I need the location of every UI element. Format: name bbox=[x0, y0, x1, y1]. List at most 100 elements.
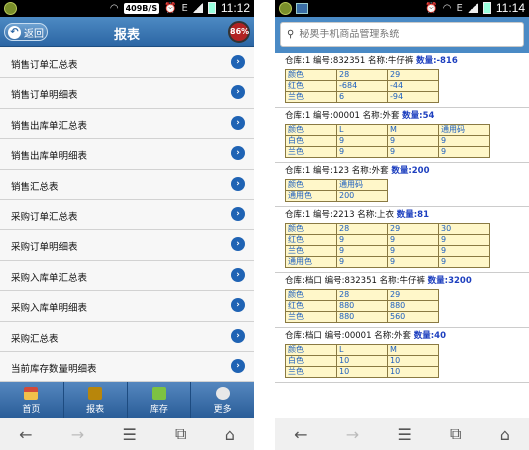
table-cell: 29 bbox=[387, 69, 439, 81]
table-cell: 红色 bbox=[285, 80, 337, 92]
table-cell: 通用色 bbox=[285, 190, 337, 202]
report-menu-item[interactable]: 当前库存数量明细表 › bbox=[0, 351, 254, 383]
percent-badge: 86% bbox=[228, 21, 250, 43]
table-row: 红色 -684 -44 bbox=[285, 80, 439, 92]
page-title: 报表 bbox=[113, 28, 140, 43]
record-code: 编号:00001 bbox=[312, 111, 360, 121]
image-notification-icon bbox=[296, 3, 308, 14]
menu-item-label: 销售出库单汇总表 bbox=[11, 120, 88, 132]
stock-record: 仓库:1 编号:2213 名称:上衣 数量:81 颜色 28 29 30 红色 9 9 9 兰色 9… bbox=[275, 207, 529, 273]
report-menu-item[interactable]: 销售出库单汇总表 › bbox=[0, 108, 254, 140]
nav-tabs-icon[interactable]: ⧉ bbox=[450, 424, 461, 444]
table-cell: 兰色 bbox=[285, 245, 337, 257]
record-quantity: 数量:-816 bbox=[416, 56, 458, 66]
size-color-table: 颜色 L M 白色 10 10 兰色 10 10 bbox=[285, 344, 439, 378]
nav-forward-icon[interactable]: → bbox=[346, 425, 359, 444]
report-menu-item[interactable]: 采购订单明细表 › bbox=[0, 230, 254, 261]
report-menu-item[interactable]: 销售汇总表 › bbox=[0, 169, 254, 200]
table-row: 兰色 9 9 9 bbox=[285, 245, 490, 257]
table-cell: 29 bbox=[387, 289, 439, 301]
search-box[interactable]: ⚲ bbox=[280, 22, 524, 47]
nav-back-icon[interactable]: ← bbox=[294, 425, 307, 444]
table-cell: 颜色 bbox=[285, 124, 337, 136]
nav-home-icon[interactable]: ⌂ bbox=[225, 425, 235, 444]
report-menu-item[interactable]: 采购入库单明细表 › bbox=[0, 291, 254, 322]
nav-menu-icon[interactable]: ☰ bbox=[397, 425, 411, 444]
record-name: 名称:上衣 bbox=[357, 210, 395, 220]
size-color-table: 颜色 通用码 通用色 200 bbox=[285, 179, 388, 202]
bottom-tab-bar: 首页 报表 库存 更多 bbox=[0, 382, 254, 418]
chevron-right-icon: › bbox=[231, 55, 245, 69]
table-row: 兰色 6 -94 bbox=[285, 91, 439, 103]
stock-record-list: 仓库:1 编号:832351 名称:牛仔裤 数量:-816 颜色 28 29 红色 -68… bbox=[275, 53, 529, 418]
table-cell: 9 bbox=[438, 245, 490, 257]
table-row: 通用色 9 9 9 bbox=[285, 256, 490, 268]
tab-home[interactable]: 首页 bbox=[0, 382, 64, 418]
signal-icon bbox=[192, 3, 203, 13]
table-row: 颜色 28 29 bbox=[285, 289, 439, 301]
record-header: 仓库:1 编号:2213 名称:上衣 数量:81 bbox=[285, 209, 529, 221]
chevron-right-icon: › bbox=[231, 358, 245, 373]
table-cell: 880 bbox=[387, 300, 439, 312]
table-cell: 颜色 bbox=[285, 223, 337, 235]
menu-item-label: 销售订单明细表 bbox=[11, 90, 78, 102]
record-header: 仓库:1 编号:832351 名称:牛仔裤 数量:-816 bbox=[285, 55, 529, 67]
table-cell: 28 bbox=[336, 69, 388, 81]
table-row: 颜色 28 29 30 bbox=[285, 223, 490, 235]
chevron-right-icon: › bbox=[231, 85, 245, 100]
nav-back-icon[interactable]: ← bbox=[19, 425, 32, 444]
table-cell: 9 bbox=[336, 234, 388, 246]
signal-icon bbox=[467, 3, 478, 13]
chevron-right-icon: › bbox=[231, 146, 245, 161]
nav-menu-icon[interactable]: ☰ bbox=[122, 425, 136, 444]
report-menu-item[interactable]: 采购入库单汇总表 › bbox=[0, 260, 254, 292]
report-menu-item[interactable]: 采购订单汇总表 › bbox=[0, 199, 254, 231]
table-row: 白色 10 10 bbox=[285, 355, 439, 367]
table-row: 红色 880 880 bbox=[285, 300, 439, 312]
record-header: 仓库:1 编号:00001 名称:外套 数量:54 bbox=[285, 110, 529, 122]
table-cell: 10 bbox=[387, 355, 439, 367]
record-warehouse: 仓库:1 bbox=[285, 56, 311, 66]
nav-forward-icon[interactable]: → bbox=[71, 425, 84, 444]
table-cell: 28 bbox=[336, 223, 388, 235]
network-speed: 409B/S bbox=[123, 2, 160, 14]
size-color-table: 颜色 28 29 30 红色 9 9 9 兰色 9 9 9 通用色 9 9 9 bbox=[285, 223, 490, 268]
table-cell: 28 bbox=[336, 289, 388, 301]
tab-more[interactable]: 更多 bbox=[191, 382, 254, 418]
table-cell: 10 bbox=[336, 366, 388, 378]
app-notification-icon bbox=[279, 2, 292, 15]
table-cell: 9 bbox=[336, 135, 388, 147]
table-cell: 兰色 bbox=[285, 366, 337, 378]
search-input[interactable] bbox=[299, 29, 500, 40]
menu-item-label: 采购入库单明细表 bbox=[11, 303, 88, 315]
table-cell: 880 bbox=[336, 300, 388, 312]
alarm-icon: ⏰ bbox=[164, 2, 177, 14]
clock: 11:12 bbox=[220, 1, 250, 15]
report-menu-item[interactable]: 销售订单明细表 › bbox=[0, 78, 254, 109]
record-quantity: 数量:200 bbox=[391, 166, 430, 176]
record-header: 仓库:1 编号:123 名称:外套 数量:200 bbox=[285, 165, 529, 177]
report-menu-item[interactable]: 销售出库单明细表 › bbox=[0, 139, 254, 170]
table-cell: 颜色 bbox=[285, 69, 337, 81]
table-row: 通用色 200 bbox=[285, 190, 388, 202]
table-cell: 兰色 bbox=[285, 91, 337, 103]
stock-record: 仓库:1 编号:00001 名称:外套 数量:54 颜色 L M 通用码 白色 9 9 9 兰色 9… bbox=[275, 108, 529, 163]
report-menu-item[interactable]: 采购汇总表 › bbox=[0, 321, 254, 352]
table-cell: M bbox=[387, 124, 439, 136]
table-row: 颜色 通用码 bbox=[285, 179, 388, 191]
table-cell: 880 bbox=[336, 311, 388, 323]
nav-tabs-icon[interactable]: ⧉ bbox=[175, 424, 186, 444]
record-name: 名称:外套 bbox=[351, 166, 389, 176]
table-cell: 通用码 bbox=[336, 179, 388, 191]
menu-item-label: 采购订单明细表 bbox=[11, 242, 78, 254]
chevron-right-icon: › bbox=[231, 237, 245, 252]
record-quantity: 数量:81 bbox=[396, 210, 429, 220]
report-menu-item[interactable]: 销售订单汇总表 › bbox=[0, 48, 254, 79]
tab-stock[interactable]: 库存 bbox=[128, 382, 192, 418]
table-cell: 10 bbox=[336, 355, 388, 367]
tab-reports[interactable]: 报表 bbox=[64, 382, 128, 418]
table-cell: 9 bbox=[387, 256, 439, 268]
chevron-right-icon: › bbox=[231, 176, 245, 191]
menu-item-label: 当前库存数量明细表 bbox=[11, 363, 97, 375]
nav-home-icon[interactable]: ⌂ bbox=[500, 425, 510, 444]
